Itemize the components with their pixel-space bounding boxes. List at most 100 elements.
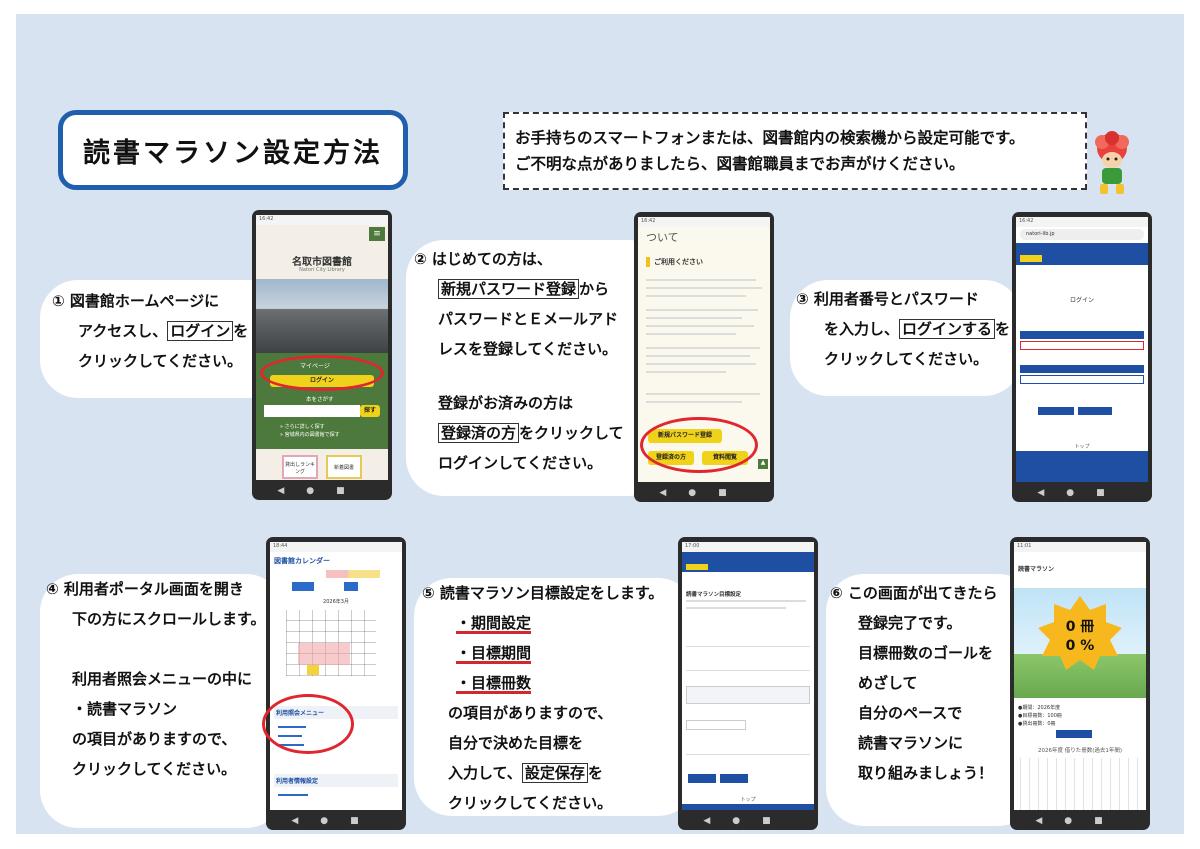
search-input[interactable] (264, 405, 360, 417)
info-target: ●目標冊数：100冊 (1018, 713, 1062, 719)
step5-line3: 自分で決めた目標を (448, 734, 584, 752)
step1-text: ① 図書館ホームページに アクセスし、 ログインを クリックしてください。 (52, 286, 248, 376)
calendar-legend (290, 570, 380, 578)
step4-phone: 18:44 図書館カレンダー 2026年3月 利用照会メニュー 利用者情報設定 … (266, 537, 406, 830)
library-building-photo (256, 279, 388, 353)
footer-top-link[interactable]: トップ (1016, 443, 1148, 450)
site-header-button[interactable] (1020, 255, 1042, 262)
settings-title: 利用者情報設定 (274, 774, 398, 787)
card-number-label-bar (1020, 331, 1144, 339)
step4-line1: ④ 利用者ポータル画面を開き (46, 580, 244, 598)
footer-top-link[interactable]: トップ (682, 796, 814, 803)
target-period-input[interactable] (686, 686, 810, 704)
notice-line-1: お手持ちのスマートフォンまたは、図書館内の検索機から設定可能です。 (515, 129, 1025, 147)
step2-line2b: から (579, 280, 610, 298)
step4-line2: 下の方にスクロールします。 (72, 610, 266, 628)
mascot-illustration (1095, 131, 1129, 194)
phone-nav-bar: ◀●■ (659, 488, 749, 498)
step3-line2c: を (995, 320, 1011, 338)
step2-section-title: ご利用ください (646, 257, 703, 267)
step3-line3: クリックしてください。 (824, 350, 989, 368)
notice-line-2: ご不明な点がありましたら、図書館職員までお声がけください。 (515, 155, 965, 173)
login-submit-button[interactable] (1038, 407, 1074, 415)
calendar-month: 2026年3月 (323, 599, 349, 605)
step6-line7: 取り組みましょう！ (858, 764, 994, 782)
site-footer (1016, 451, 1148, 482)
step6-line3: 目標冊数のゴールを (858, 644, 994, 662)
phone-nav-bar: ◀●■ (291, 816, 381, 826)
term-radio-row[interactable] (686, 662, 810, 671)
phone-nav-bar: ◀●■ (703, 816, 793, 826)
card-number-input[interactable] (1020, 341, 1144, 350)
status-bar: 16:42 (1016, 217, 1148, 227)
step3-line2a: を入力し、 (824, 320, 900, 338)
step5-item1-row: ・期間設定 (422, 608, 663, 638)
next-month-button[interactable] (344, 582, 358, 591)
books-read-count: 0 冊 (1065, 619, 1095, 635)
history-chart-area (1020, 758, 1140, 810)
step6-phone: 11:01 読書マラソン 0 冊 0 % ●期間：2026年度 ●目標冊数：10… (1010, 537, 1150, 830)
step2-line2: 新規パスワード登録 から (414, 274, 624, 304)
step6-line1: ⑥ この画面が出てきたら (830, 584, 998, 602)
step5-item3-row: ・目標冊数 (422, 668, 663, 698)
search-label: 本をさがす (306, 397, 334, 403)
step3-phone: 16:42 natori-lib.jp ログイン トップ ◀●■ (1012, 212, 1152, 502)
history-chart-title: 2026年度 借りた冊数(過去1年間) (1037, 748, 1123, 754)
step5-line2: の項目がありますので、 (448, 704, 613, 722)
progress-percent: 0 % (1065, 638, 1095, 654)
status-bar: 11:01 (1014, 542, 1146, 552)
step1-phone: 16:42 ≡ 名取市図書館 Natori City Library マイページ… (252, 210, 392, 500)
scroll-top-icon[interactable]: ▲ (758, 459, 768, 469)
calendar-today-cell (307, 665, 319, 675)
step5-line5: クリックしてください。 (448, 794, 613, 812)
step5-item3: ・目標冊数 (456, 674, 532, 692)
advanced-search-link[interactable]: » さらに詳しく探す (280, 423, 325, 430)
save-settings-button[interactable] (688, 774, 716, 783)
marathon-heading: 読書マラソン (1018, 566, 1055, 573)
flyer-background: 読書マラソン設定方法 お手持ちのスマートフォンまたは、図書館内の検索機から設定可… (16, 14, 1184, 834)
step5-line4: 入力して、 設定保存を (422, 758, 663, 788)
step3-screen: 16:42 natori-lib.jp ログイン トップ (1016, 217, 1148, 482)
search-button[interactable]: 探す (360, 405, 380, 417)
browser-url-bar[interactable]: natori-lib.jp (1020, 229, 1144, 240)
prev-month-button[interactable] (292, 582, 314, 591)
status-bar: 17:00 (682, 542, 814, 552)
menu-icon[interactable]: ≡ (369, 227, 385, 241)
step1-line2a: アクセスし、 (78, 322, 168, 340)
password-label-bar (1020, 365, 1144, 373)
step4-text: ④ 利用者ポータル画面を開き 下の方にスクロールします。 利用者照会メニューの中… (46, 574, 266, 784)
step2-page-header: ついて (646, 231, 679, 244)
notice-box: お手持ちのスマートフォンまたは、図書館内の検索機から設定可能です。 ご不明な点が… (503, 112, 1087, 190)
cancel-settings-button[interactable] (720, 774, 748, 783)
step2-new-password-keyword: 新規パスワード登録 (438, 279, 580, 299)
login-heading: ログイン (1069, 297, 1094, 304)
password-input[interactable] (1020, 375, 1144, 384)
change-settings-button[interactable] (1056, 730, 1092, 738)
period-radio-row[interactable] (686, 638, 810, 647)
phone-nav-bar: ◀●■ (1037, 488, 1127, 498)
step5-line4c: を (587, 764, 603, 782)
step6-text: ⑥ この画面が出てきたら 登録完了です。 目標冊数のゴールを めざして 自分のペ… (830, 578, 997, 788)
library-logo-name: 名取市図書館 (292, 257, 352, 268)
step2-line6b: をクリックして (519, 424, 624, 442)
step6-line4: めざして (858, 674, 918, 692)
settings-link[interactable] (278, 794, 308, 796)
step3-text: ③ 利用者番号とパスワード を入力し、 ログインするを クリックしてください。 (796, 284, 1010, 374)
step5-phone: 17:00 読書マラソン目標設定 トップ ◀●■ (678, 537, 818, 830)
new-books-tile[interactable]: 新着図書 (326, 455, 362, 479)
step4-line5: の項目がありますので、 (72, 730, 237, 748)
step1-line2c: を (233, 322, 249, 340)
step4-line4: ・読書マラソン (72, 700, 178, 718)
step5-line4a: 入力して、 (448, 764, 522, 782)
target-books-input[interactable] (686, 720, 746, 730)
step5-line1: ⑤ 読書マラソン目標設定をします。 (422, 584, 664, 602)
graph-radio-row[interactable] (686, 746, 810, 755)
library-logo-name-en: Natori City Library (299, 267, 345, 273)
header-yellow-button[interactable] (686, 564, 708, 570)
step2-registered-keyword: 登録済の方 (438, 423, 520, 443)
ranking-tile[interactable]: 貸出しランキング (282, 455, 318, 479)
cancel-button[interactable] (1078, 407, 1112, 415)
step4-line6: クリックしてください。 (72, 760, 237, 778)
miyagi-search-link[interactable]: » 宮城県内の図書館で探す (280, 431, 340, 438)
step2-line6: 登録済の方 をクリックして (414, 418, 624, 448)
